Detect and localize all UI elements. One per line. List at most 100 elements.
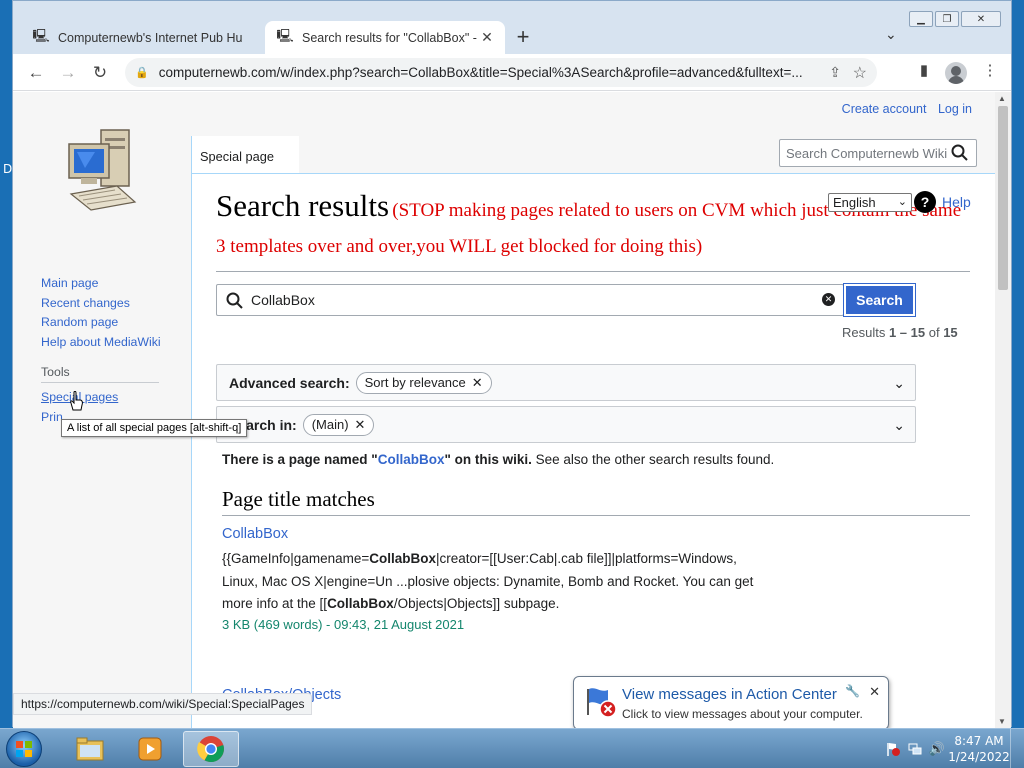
close-icon[interactable]: ✕ bbox=[869, 684, 880, 700]
new-tab-button[interactable]: + bbox=[511, 25, 535, 49]
start-button[interactable] bbox=[6, 731, 42, 767]
remove-chip-icon[interactable]: ✕ bbox=[472, 375, 483, 391]
wiki-search-input[interactable]: Search Computernewb Wiki bbox=[779, 139, 977, 167]
computer-favicon-icon: 🖳 bbox=[276, 27, 294, 43]
tab-special-page[interactable]: Special page bbox=[191, 136, 299, 173]
page-title: Search results bbox=[216, 188, 390, 223]
bookmark-star-icon[interactable]: ☆ bbox=[853, 63, 867, 83]
sidebar-item-random-page[interactable]: Random page bbox=[41, 315, 161, 330]
back-icon[interactable]: ← bbox=[25, 62, 47, 84]
personal-tools: Create account Log in bbox=[834, 102, 972, 116]
taskbar-explorer[interactable] bbox=[62, 731, 118, 767]
restore-button[interactable]: ❐ bbox=[935, 11, 959, 27]
sidebar-item-special-pages[interactable]: Special pages bbox=[41, 390, 161, 405]
result-meta: 3 KB (469 words) - 09:43, 21 August 2021 bbox=[222, 616, 465, 632]
namespace-chip-label: (Main) bbox=[311, 417, 349, 432]
tab-title: Search results for "CollabBox" - C bbox=[302, 30, 479, 45]
network-icon[interactable] bbox=[904, 738, 926, 760]
results-prefix: Results bbox=[842, 325, 889, 340]
results-of: of bbox=[925, 325, 944, 340]
help-link[interactable]: Help bbox=[942, 194, 971, 210]
volume-icon[interactable]: 🔊 bbox=[926, 738, 948, 760]
menu-kebab-icon[interactable]: ⋮ bbox=[979, 61, 1001, 79]
tab-internet-pub[interactable]: 🖳 Computernewb's Internet Pub Hu bbox=[21, 21, 261, 54]
tab-search-chevron-icon[interactable]: ⌄ bbox=[885, 26, 897, 43]
share-icon[interactable]: ⇪ bbox=[829, 64, 841, 81]
help-question-icon[interactable]: ? bbox=[914, 191, 936, 213]
snippet-part: {{GameInfo|gamename= bbox=[222, 551, 370, 566]
advanced-search-label: Advanced search: bbox=[229, 374, 350, 391]
result-snippet: {{GameInfo|gamename=CollabBox|creator=[[… bbox=[222, 548, 762, 616]
namespace-chip[interactable]: (Main) ✕ bbox=[302, 413, 375, 436]
scrollbar-thumb[interactable] bbox=[998, 106, 1008, 290]
address-bar[interactable]: 🔒 computernewb.com/w/index.php?search=Co… bbox=[125, 58, 877, 87]
minimize-button[interactable]: ▁ bbox=[909, 11, 933, 27]
results-count: Results 1 – 15 of 15 bbox=[842, 325, 958, 340]
exists-page-link[interactable]: CollabBox bbox=[378, 452, 445, 467]
sidebar-item-main-page[interactable]: Main page bbox=[41, 276, 161, 291]
sidebar-item-help-about[interactable]: Help about MediaWiki bbox=[41, 335, 161, 350]
taskbar-media-player[interactable] bbox=[122, 731, 178, 767]
sidebar-item-recent-changes[interactable]: Recent changes bbox=[41, 296, 161, 311]
status-bar-url: https://computernewb.com/wiki/Special:Sp… bbox=[13, 693, 313, 715]
language-select[interactable]: English ⌄ bbox=[828, 193, 912, 212]
search-icon bbox=[226, 292, 243, 309]
snippet-match: CollabBox bbox=[369, 551, 436, 566]
notification-subtitle: Click to view messages about your comput… bbox=[622, 707, 863, 721]
search-query-input[interactable]: CollabBox ✕ bbox=[216, 284, 844, 316]
clock[interactable]: 8:47 AM 1/24/2022 bbox=[948, 733, 1010, 765]
action-center-tray-icon[interactable] bbox=[882, 738, 904, 760]
snippet-match: CollabBox bbox=[327, 596, 394, 611]
taskbar-chrome[interactable] bbox=[183, 731, 239, 767]
snippet-part: /Objects|Objects]] subpage. bbox=[393, 596, 560, 611]
scroll-down-icon[interactable]: ▼ bbox=[998, 717, 1006, 726]
search-button[interactable]: Search bbox=[843, 283, 916, 317]
results-range: 1 – 15 bbox=[888, 325, 926, 340]
taskbar: 🔊 8:47 AM 1/24/2022 bbox=[0, 728, 1024, 768]
desktop-edge-label: D bbox=[3, 162, 13, 176]
tab-bar: 🖳 Computernewb's Internet Pub Hu 🖳 Searc… bbox=[13, 1, 1011, 54]
side-panel-icon[interactable]: ▮ bbox=[913, 61, 935, 79]
tooltip: A list of all special pages [alt-shift-q… bbox=[61, 419, 248, 437]
chrome-icon bbox=[197, 736, 224, 763]
close-window-button[interactable]: ✕ bbox=[961, 11, 1001, 27]
tab-search-results[interactable]: 🖳 Search results for "CollabBox" - C ✕ bbox=[265, 21, 505, 54]
profile-avatar-icon[interactable] bbox=[945, 62, 967, 84]
create-account-link[interactable]: Create account bbox=[842, 102, 927, 116]
exists-see-also: See also the other search results found. bbox=[531, 452, 775, 467]
show-desktop-button[interactable] bbox=[1010, 729, 1024, 768]
tab-title: Computernewb's Internet Pub Hu bbox=[58, 30, 243, 45]
tools-heading: Tools bbox=[41, 365, 159, 383]
chevron-down-icon: ⌄ bbox=[897, 196, 907, 208]
reload-icon[interactable]: ↻ bbox=[89, 62, 111, 84]
page-scrollbar[interactable]: ▲ ▼ bbox=[995, 92, 1011, 728]
wiki-logo-computer-icon[interactable] bbox=[65, 128, 141, 214]
clear-search-icon[interactable]: ✕ bbox=[822, 293, 835, 306]
system-tray: 🔊 8:47 AM 1/24/2022 bbox=[882, 729, 1024, 768]
clock-time: 8:47 AM bbox=[954, 734, 1004, 748]
wrench-icon[interactable]: 🔧 bbox=[845, 684, 860, 698]
notification-title[interactable]: View messages in Action Center bbox=[622, 686, 837, 703]
forward-icon[interactable]: → bbox=[57, 62, 79, 84]
lock-icon: 🔒 bbox=[135, 67, 149, 79]
window-controls: ▁ ❐ ✕ bbox=[909, 11, 1001, 27]
wiki-search-placeholder: Search Computernewb Wiki bbox=[786, 145, 948, 161]
media-player-icon bbox=[138, 737, 162, 761]
action-center-notification[interactable]: View messages in Action Center Click to … bbox=[573, 676, 889, 739]
close-tab-icon[interactable]: ✕ bbox=[479, 29, 495, 46]
sidebar-nav: Main page Recent changes Random page Hel… bbox=[41, 276, 161, 430]
advanced-search-panel[interactable]: Advanced search: Sort by relevance ✕ ⌄ bbox=[216, 364, 916, 401]
result-title-link[interactable]: CollabBox bbox=[222, 526, 762, 542]
exists-suffix: " on this wiki. bbox=[444, 452, 532, 467]
chevron-down-icon[interactable]: ⌄ bbox=[893, 417, 905, 434]
hand-cursor-icon bbox=[70, 391, 83, 411]
chevron-down-icon[interactable]: ⌄ bbox=[893, 375, 905, 392]
scroll-up-icon[interactable]: ▲ bbox=[998, 94, 1006, 103]
log-in-link[interactable]: Log in bbox=[938, 102, 972, 116]
page-exists-notice: There is a page named "CollabBox" on thi… bbox=[222, 452, 774, 467]
search-icon[interactable] bbox=[950, 143, 970, 163]
browser-window: 🖳 Computernewb's Internet Pub Hu 🖳 Searc… bbox=[12, 0, 1012, 728]
search-in-panel[interactable]: Search in: (Main) ✕ ⌄ bbox=[216, 406, 916, 443]
sort-chip[interactable]: Sort by relevance ✕ bbox=[355, 371, 492, 394]
remove-chip-icon[interactable]: ✕ bbox=[355, 417, 366, 433]
